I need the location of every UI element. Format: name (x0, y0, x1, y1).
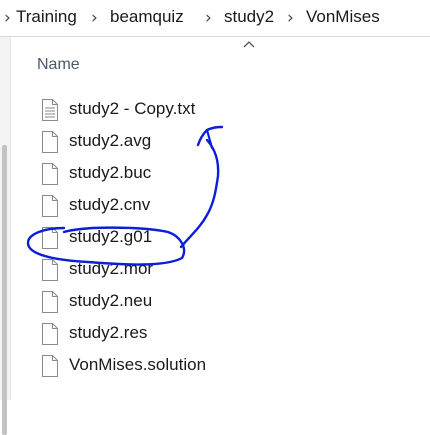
breadcrumb-item-beamquiz[interactable]: beamquiz (110, 6, 184, 28)
list-item[interactable]: study2.neu (36, 287, 276, 317)
file-name: study2 - Copy.txt (69, 99, 196, 118)
file-icon (42, 131, 58, 153)
list-item[interactable]: study2 - Copy.txt (36, 95, 276, 125)
file-name: study2.buc (69, 163, 152, 182)
sort-ascending-icon[interactable] (243, 40, 255, 48)
breadcrumb-item-training[interactable]: Training (16, 6, 77, 28)
file-icon (42, 195, 58, 217)
list-item[interactable]: study2.mor (36, 255, 276, 285)
text-file-icon (42, 99, 58, 121)
file-name: study2.cnv (69, 195, 151, 214)
file-name: study2.avg (69, 131, 152, 150)
file-icon (42, 291, 58, 313)
file-name: study2.mor (69, 259, 154, 278)
file-icon (42, 259, 58, 281)
file-icon (42, 355, 58, 377)
breadcrumb-item-vonmises[interactable]: VonMises (306, 6, 380, 28)
list-item[interactable]: study2.cnv (36, 191, 276, 221)
navigation-scrollbar[interactable] (2, 145, 7, 435)
file-icon (42, 227, 58, 249)
file-name: study2.res (69, 323, 148, 342)
list-item[interactable]: study2.buc (36, 159, 276, 189)
file-name: study2.neu (69, 291, 153, 310)
list-item[interactable]: study2.g01 (36, 223, 276, 253)
file-icon (42, 163, 58, 185)
breadcrumb-separator[interactable]: › (287, 8, 294, 28)
breadcrumb-separator[interactable]: › (205, 8, 212, 28)
breadcrumb: › Training › beamquiz › study2 › VonMise… (0, 0, 430, 37)
breadcrumb-separator[interactable]: › (91, 8, 98, 28)
file-name: VonMises.solution (69, 355, 207, 374)
breadcrumb-item-study2[interactable]: study2 (224, 6, 274, 28)
list-item[interactable]: study2.res (36, 319, 276, 349)
breadcrumb-separator[interactable]: › (4, 8, 11, 28)
column-header-name[interactable]: Name (37, 55, 80, 75)
list-item[interactable]: study2.avg (36, 127, 276, 157)
navigation-pane (0, 37, 11, 435)
file-name: study2.g01 (69, 227, 153, 246)
file-icon (42, 323, 58, 345)
list-item[interactable]: VonMises.solution (36, 351, 276, 381)
